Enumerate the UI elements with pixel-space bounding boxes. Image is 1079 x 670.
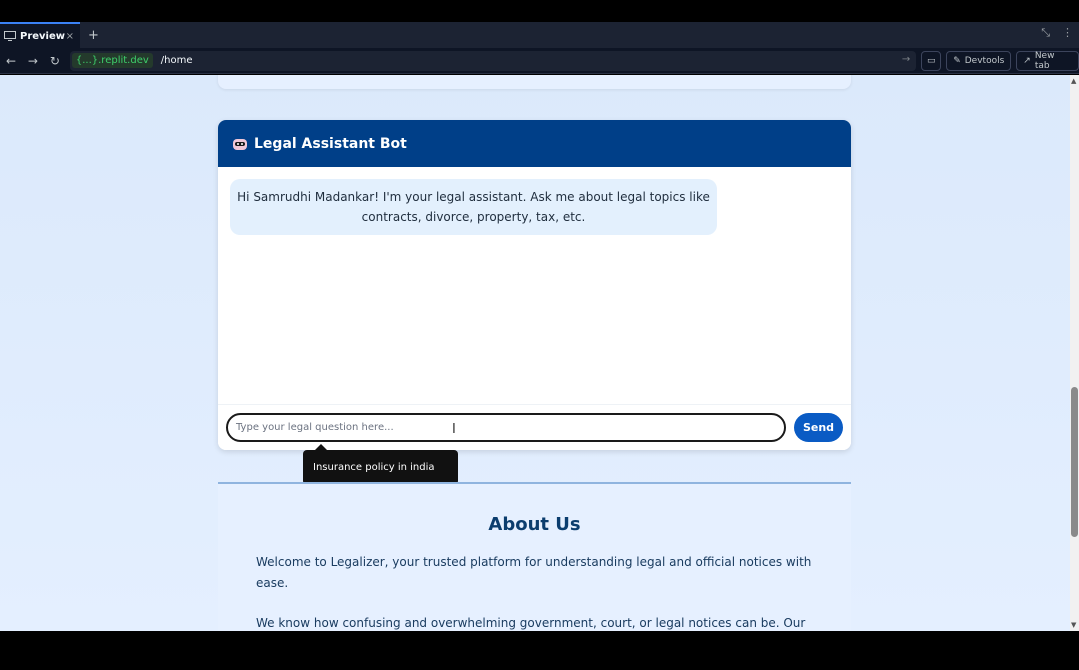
devtools-button[interactable]: ✎ Devtools — [946, 50, 1012, 71]
tooltip-text: Insurance policy in india — [313, 462, 435, 473]
about-section: About Us Welcome to Legalizer, your trus… — [218, 482, 851, 631]
scroll-up-icon[interactable]: ▲ — [1071, 77, 1076, 85]
reload-icon[interactable]: ↻ — [44, 54, 66, 68]
new-tab-button[interactable]: ↗ New tab — [1016, 50, 1079, 71]
new-tab-icon[interactable]: + — [88, 28, 99, 43]
devtools-label: Devtools — [964, 55, 1005, 66]
url-field[interactable]: {...}.replit.dev /home → — [69, 50, 917, 71]
minimize-icon[interactable]: ⤡ — [1041, 26, 1050, 40]
more-options-icon[interactable]: ⋮ — [1062, 26, 1073, 40]
chat-header: Legal Assistant Bot — [218, 120, 851, 167]
text-cursor-icon: I — [452, 422, 456, 437]
robot-icon — [233, 138, 247, 150]
about-heading: About Us — [488, 514, 581, 535]
about-paragraph-2: We know how confusing and overwhelming g… — [256, 616, 806, 630]
scrollbar-thumb[interactable] — [1071, 387, 1078, 537]
chat-title: Legal Assistant Bot — [254, 135, 407, 152]
new-tab-label: New tab — [1034, 50, 1055, 71]
monitor-icon — [4, 31, 16, 41]
url-path: /home — [160, 55, 193, 66]
chat-input[interactable]: Type your legal question here... I — [226, 413, 786, 442]
chat-widget: Legal Assistant Bot Hi Samrudhi Madankar… — [218, 120, 851, 450]
send-button[interactable]: Send — [794, 413, 843, 442]
chat-input-placeholder: Type your legal question here... — [236, 422, 394, 433]
tab-bar: Preview × + ⤡ ⋮ — [0, 22, 1079, 48]
forward-icon[interactable]: → — [22, 54, 44, 68]
back-icon[interactable]: ← — [0, 54, 22, 68]
go-arrow-icon[interactable]: → — [902, 54, 910, 65]
external-link-icon: ↗ — [1023, 55, 1031, 66]
tab-preview[interactable]: Preview × — [0, 22, 80, 48]
screen-icon[interactable]: ▭ — [921, 50, 942, 71]
close-tab-icon[interactable]: × — [66, 31, 74, 42]
page-scrollbar[interactable]: ▲ ▼ — [1070, 75, 1079, 631]
wrench-icon: ✎ — [953, 55, 961, 66]
bot-message-text: Hi Samrudhi Madankar! I'm your legal ass… — [237, 190, 710, 224]
address-bar: ← → ↻ {...}.replit.dev /home → ▭ ✎ Devto… — [0, 48, 1079, 74]
autocomplete-tooltip[interactable]: Insurance policy in india — [303, 444, 458, 485]
chat-footer: Type your legal question here... I Send — [218, 404, 851, 450]
page-viewport: Legal Assistant Bot Hi Samrudhi Madankar… — [0, 75, 1070, 631]
bot-message-bubble: Hi Samrudhi Madankar! I'm your legal ass… — [230, 179, 717, 235]
top-black-bar — [0, 0, 1079, 22]
previous-section-card — [218, 75, 851, 89]
url-domain: {...}.replit.dev — [71, 53, 153, 68]
tab-label: Preview — [20, 30, 66, 42]
bottom-black-bar — [0, 631, 1079, 670]
scroll-down-icon[interactable]: ▼ — [1071, 621, 1076, 629]
about-paragraph-1: Welcome to Legalizer, your trusted platf… — [256, 555, 812, 590]
